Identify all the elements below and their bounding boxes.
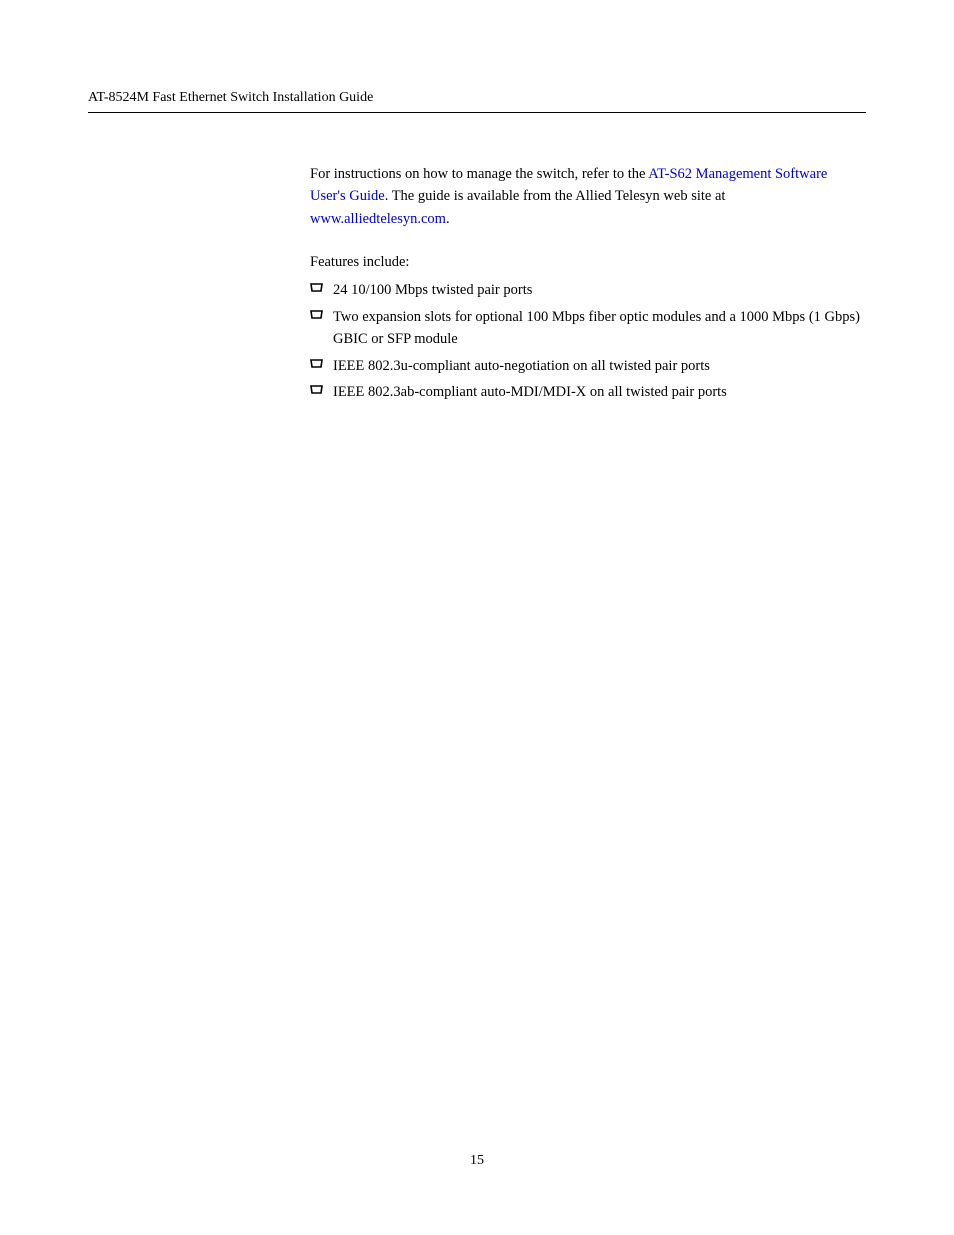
list-item: IEEE 802.3ab-compliant auto-MDI/MDI-X on… bbox=[310, 381, 866, 403]
features-list: 24 10/100 Mbps twisted pair ports Two ex… bbox=[310, 279, 866, 403]
intro-paragraph: For instructions on how to manage the sw… bbox=[310, 163, 866, 230]
page-header: AT-8524M Fast Ethernet Switch Installati… bbox=[88, 90, 866, 113]
feature-text: IEEE 802.3ab-compliant auto-MDI/MDI-X on… bbox=[333, 381, 727, 403]
list-item: IEEE 802.3u-compliant auto-negotiation o… bbox=[310, 355, 866, 377]
intro-period: . bbox=[446, 211, 450, 227]
main-content: For instructions on how to manage the sw… bbox=[310, 163, 866, 404]
bullet-icon bbox=[310, 283, 323, 293]
feature-text: IEEE 802.3u-compliant auto-negotiation o… bbox=[333, 355, 710, 377]
feature-text: Two expansion slots for optional 100 Mbp… bbox=[333, 306, 866, 351]
intro-text-after: . The guide is available from the Allied… bbox=[385, 188, 726, 204]
list-item: 24 10/100 Mbps twisted pair ports bbox=[310, 279, 866, 301]
bullet-icon bbox=[310, 359, 323, 369]
bullet-icon bbox=[310, 385, 323, 395]
header-title: AT-8524M Fast Ethernet Switch Installati… bbox=[88, 90, 373, 106]
website-url: www.alliedtelesyn.com bbox=[310, 211, 446, 227]
list-item: Two expansion slots for optional 100 Mbp… bbox=[310, 306, 866, 351]
features-label: Features include: bbox=[310, 254, 866, 271]
page-number: 15 bbox=[470, 1153, 484, 1168]
feature-text: 24 10/100 Mbps twisted pair ports bbox=[333, 279, 532, 301]
bullet-icon bbox=[310, 310, 323, 320]
page-footer: 15 bbox=[0, 1153, 954, 1169]
intro-text-before: For instructions on how to manage the sw… bbox=[310, 166, 648, 182]
